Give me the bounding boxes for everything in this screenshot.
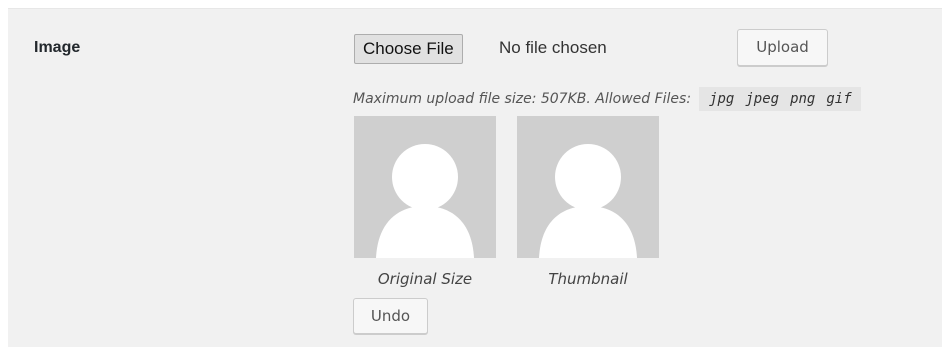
thumbnail-caption: Thumbnail — [548, 270, 628, 288]
upload-limit-text: Maximum upload file size: 507KB. Allowed… — [353, 91, 692, 107]
allowed-file-ext: gif — [826, 91, 852, 107]
default-avatar-icon — [376, 144, 474, 258]
allowed-file-ext: jpeg — [745, 91, 780, 107]
allowed-file-ext: png — [790, 91, 816, 107]
allowed-file-ext: jpg — [709, 91, 735, 107]
original-size-caption: Original Size — [377, 270, 473, 288]
default-avatar-icon — [539, 144, 637, 258]
allowed-files-code: jpg jpeg png gif — [699, 87, 861, 111]
file-status-text: No file chosen — [499, 38, 607, 57]
thumbnail-preview — [517, 116, 659, 258]
choose-file-button[interactable]: Choose File — [354, 34, 463, 64]
upload-note: Maximum upload file size: 507KB. Allowed… — [353, 87, 861, 111]
upload-button[interactable]: Upload — [737, 29, 828, 66]
image-upload-panel: Image Choose File No file chosen Upload … — [8, 8, 942, 347]
undo-button[interactable]: Undo — [353, 298, 428, 334]
original-size-preview — [354, 116, 496, 258]
field-label: Image — [34, 39, 81, 56]
